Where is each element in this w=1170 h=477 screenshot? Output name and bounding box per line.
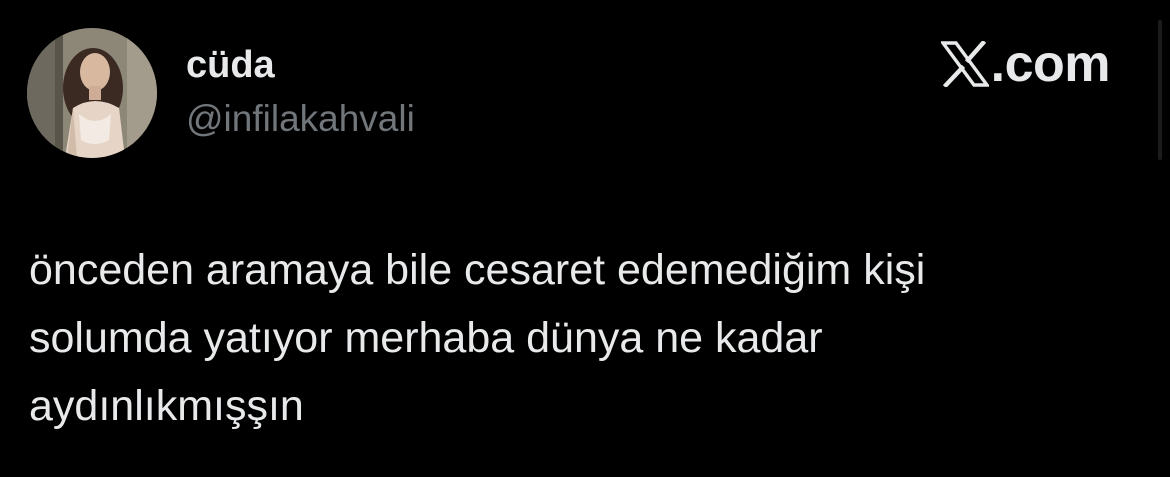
display-name[interactable]: cüda bbox=[186, 42, 275, 88]
scrollbar[interactable] bbox=[1158, 20, 1162, 160]
user-handle[interactable]: @infilakahvali bbox=[186, 97, 415, 141]
x-logo-icon bbox=[940, 41, 989, 87]
x-com-watermark: .com bbox=[940, 35, 1111, 93]
tweet-text: önceden aramaya bile cesaret edemediğim … bbox=[29, 246, 926, 430]
avatar-image bbox=[27, 28, 157, 158]
brand-domain-text: .com bbox=[990, 35, 1111, 93]
tweet-card: cüda @infilakahvali .com önceden aramaya… bbox=[0, 0, 1170, 477]
avatar[interactable] bbox=[27, 28, 157, 158]
